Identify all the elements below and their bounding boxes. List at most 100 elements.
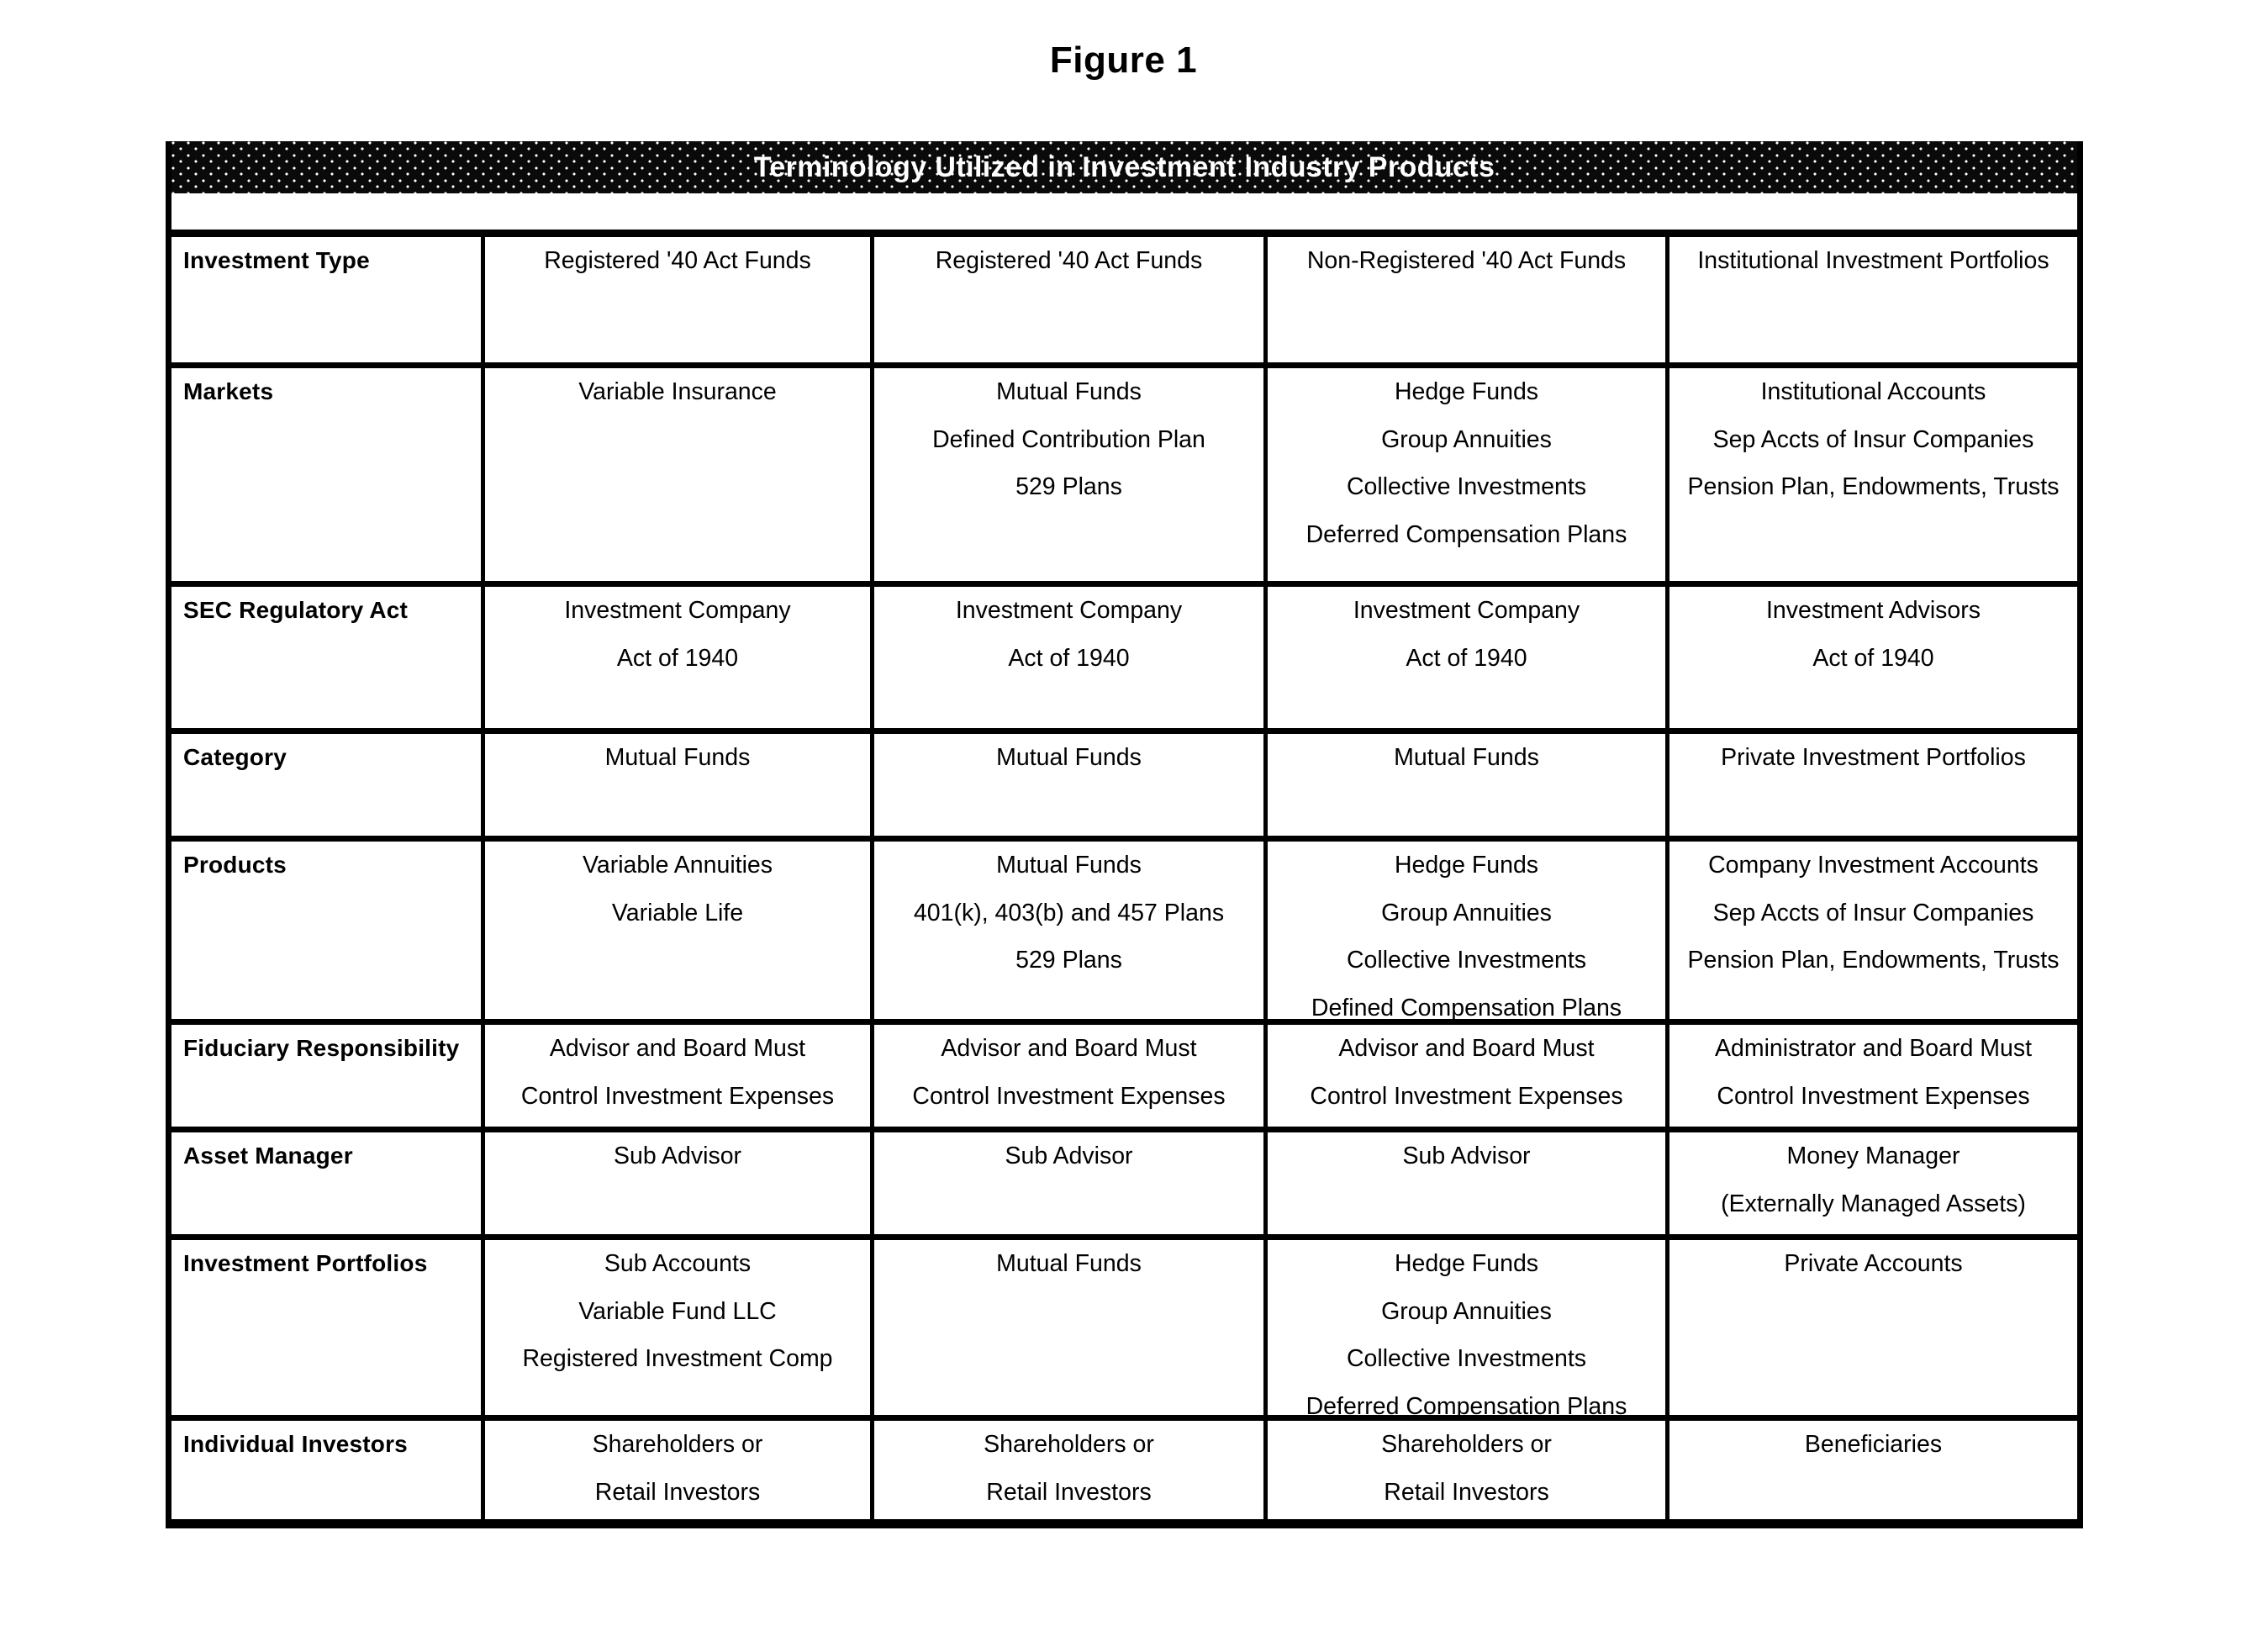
cell-line: Hedge Funds [1394, 378, 1539, 405]
row-label-text: Investment Type [183, 247, 370, 273]
cell-line: Pension Plan, Endowments, Trusts [1687, 473, 2060, 500]
table-cell: Beneficiaries [1669, 1421, 2077, 1519]
cell-line: Company Investment Accounts [1708, 852, 2039, 879]
cell-line: Act of 1940 [1406, 644, 1527, 672]
cell-line: Variable Life [611, 899, 744, 926]
table-cell: Sub Advisor [485, 1132, 874, 1234]
cell-line: Collective Investments [1346, 1345, 1587, 1372]
cell-line: Deferred Compensation Plans [1305, 1392, 1627, 1415]
cell-line: Sep Accts of Insur Companies [1712, 899, 2034, 926]
table-cell: Hedge Funds Group Annuities Collective Inv… [1268, 1240, 1669, 1415]
table-cell: Investment Company Act of 1940 [485, 587, 874, 728]
terminology-table: Terminology Utilized in Investment Indus… [166, 141, 2083, 1528]
cell-line: (Externally Managed Assets) [1721, 1190, 2026, 1217]
row-label: Investment Portfolios [171, 1240, 485, 1415]
table-cell: Hedge Funds Group Annuities Collective Inv… [1268, 842, 1669, 1019]
row-label-text: Individual Investors [183, 1431, 408, 1457]
cell-line: Administrator and Board Must [1715, 1035, 2032, 1062]
cell-line: Registered '40 Act Funds [544, 247, 811, 274]
row-label-text: Investment Portfolios [183, 1250, 428, 1276]
cell-line: Retail Investors [1384, 1478, 1549, 1506]
cell-line: Registered '40 Act Funds [935, 247, 1203, 274]
row-label: Asset Manager [171, 1132, 485, 1234]
cell-line: Sub Accounts [604, 1250, 752, 1277]
cell-line: Group Annuities [1381, 425, 1552, 453]
cell-line: Investment Company [955, 597, 1183, 624]
cell-line: Shareholders or [1381, 1431, 1552, 1458]
row-label: Category [171, 734, 485, 836]
cell-line: Registered Investment Comp [522, 1345, 833, 1372]
table-row: SEC Regulatory Act Investment Company Act … [171, 587, 2077, 734]
cell-line: Hedge Funds [1394, 1250, 1539, 1277]
table-banner: Terminology Utilized in Investment Indus… [171, 141, 2077, 193]
cell-line: Control Investment Expenses [1310, 1082, 1623, 1110]
row-label-text: Markets [183, 378, 274, 404]
row-label-text: SEC Regulatory Act [183, 597, 409, 623]
table-cell: Private Accounts [1669, 1240, 2077, 1415]
table-cell: Non-Registered '40 Act Funds [1268, 237, 1669, 362]
cell-line: Act of 1940 [616, 644, 739, 672]
row-label: Individual Investors [171, 1421, 485, 1519]
table-cell: Registered '40 Act Funds [874, 237, 1268, 362]
table-cell: Company Investment Accounts Sep Accts of … [1669, 842, 2077, 1019]
cell-line: Sub Advisor [1005, 1143, 1133, 1169]
table-row: Fiduciary Responsibility Advisor and Boar… [171, 1025, 2077, 1132]
cell-line: Beneficiaries [1804, 1431, 1943, 1458]
banner-spacer-row [171, 193, 2077, 237]
cell-line: Mutual Funds [996, 1250, 1142, 1277]
table-cell: Investment Company Act of 1940 [874, 587, 1268, 728]
table-cell: Mutual Funds [874, 1240, 1268, 1415]
row-label-text: Products [183, 852, 287, 878]
table-cell: Advisor and Board Must Control Investment… [485, 1025, 874, 1127]
row-label: Products [171, 842, 485, 1019]
table-cell: Hedge Funds Group Annuities Collective Inv… [1268, 368, 1669, 581]
table-row: Investment Portfolios Sub Accounts Variabl… [171, 1240, 2077, 1421]
cell-line: Hedge Funds [1394, 852, 1539, 879]
cell-line: Defined Contribution Plan [932, 425, 1205, 453]
table-cell: Shareholders or Retail Investors [1268, 1421, 1669, 1519]
cell-line: Act of 1940 [1812, 644, 1934, 672]
cell-line: Institutional Accounts [1760, 378, 1986, 405]
cell-line: Collective Investments [1346, 473, 1587, 500]
cell-line: Defined Compensation Plans [1311, 994, 1622, 1019]
table-cell: Mutual Funds [485, 734, 874, 836]
table-banner-title: Terminology Utilized in Investment Indus… [753, 150, 1495, 183]
row-label-text: Asset Manager [183, 1143, 353, 1169]
table-cell: Variable Insurance [485, 368, 874, 581]
table-cell: Advisor and Board Must Control Investment… [1268, 1025, 1669, 1127]
cell-line: Advisor and Board Must [1338, 1035, 1595, 1062]
table-cell: Advisor and Board Must Control Investment… [874, 1025, 1268, 1127]
table-cell: Money Manager (Externally Managed Assets) [1669, 1132, 2077, 1234]
table-cell: Mutual Funds [1268, 734, 1669, 836]
cell-line: Act of 1940 [1008, 644, 1130, 672]
table-cell: Administrator and Board Must Control Inve… [1669, 1025, 2077, 1127]
cell-line: Mutual Funds [1394, 744, 1539, 771]
cell-line: Mutual Funds [996, 852, 1142, 879]
table-row: Investment Type Registered '40 Act Funds R… [171, 237, 2077, 368]
table-cell: Private Investment Portfolios [1669, 734, 2077, 836]
table-cell: Investment Advisors Act of 1940 [1669, 587, 2077, 728]
cell-line: Private Accounts [1784, 1250, 1963, 1277]
cell-line: Collective Investments [1346, 947, 1587, 974]
cell-line: Advisor and Board Must [549, 1035, 806, 1062]
row-label: Investment Type [171, 237, 485, 362]
cell-line: Retail Investors [594, 1478, 761, 1506]
cell-line: Deferred Compensation Plans [1305, 520, 1627, 548]
table-cell: Sub Advisor [1268, 1132, 1669, 1234]
table-row: Asset Manager Sub Advisor Sub Advisor Sub A… [171, 1132, 2077, 1240]
table-cell: Registered '40 Act Funds [485, 237, 874, 362]
cell-line: Sep Accts of Insur Companies [1712, 425, 2034, 453]
table-cell: Institutional Investment Portfolios [1669, 237, 2077, 362]
table-cell: Mutual Funds 401(k), 403(b) and 457 Plans… [874, 842, 1268, 1019]
page-title: Figure 1 [1049, 40, 1198, 81]
row-label: Markets [171, 368, 485, 581]
table-cell: Investment Company Act of 1940 [1268, 587, 1669, 728]
table-cell: Variable Annuities Variable Life [485, 842, 874, 1019]
cell-line: Variable Annuities [582, 852, 773, 879]
table-cell: Sub Accounts Variable Fund LLC Registered … [485, 1240, 874, 1415]
cell-line: Investment Company [564, 597, 791, 624]
table-cell: Shareholders or Retail Investors [874, 1421, 1268, 1519]
cell-line: Control Investment Expenses [1717, 1082, 2030, 1110]
table-row: Markets Variable Insurance Mutual Funds Def… [171, 368, 2077, 587]
cell-line: Variable Insurance [578, 378, 777, 405]
